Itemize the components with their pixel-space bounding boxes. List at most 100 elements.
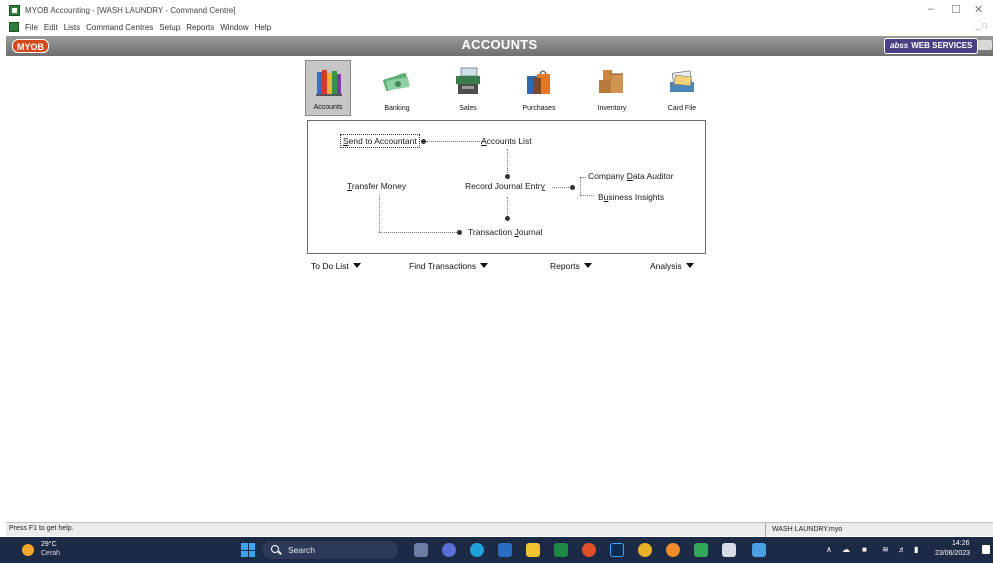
accounts-list-link[interactable]: Accounts List (481, 136, 532, 146)
mdi-document-icon[interactable] (9, 22, 19, 32)
photoshop-icon[interactable] (610, 543, 624, 557)
status-file-name: WASH LAUNDRY.myo (765, 523, 993, 537)
powerpoint-icon[interactable] (582, 543, 596, 557)
business-insights-link[interactable]: Business Insights (598, 192, 664, 202)
notification-icon[interactable] (982, 545, 990, 554)
command-centre-modules: Accounts Banking Sales Purchases Invento… (305, 60, 705, 116)
status-bar: Press F1 to get help. WASH LAUNDRY.myo (6, 522, 993, 537)
menu-reports[interactable]: Reports (186, 23, 214, 32)
module-label: Banking (384, 105, 410, 112)
connector-arrow-dot (570, 185, 575, 190)
accounts-books-icon (316, 70, 342, 96)
purchases-bags-icon (527, 70, 550, 94)
company-data-auditor-link[interactable]: Company Data Auditor (588, 171, 674, 181)
photos-icon[interactable] (752, 543, 766, 557)
windows-taskbar: 29°C Cerah Search ∧ ☁ ■ ≋ ♬ ▮ 14:26 23/0… (0, 537, 993, 563)
tray-overflow-icon[interactable]: ∧ (826, 545, 832, 554)
apps-tray-icon[interactable]: ■ (862, 545, 867, 554)
mdi-window-controls[interactable]: _ □ (975, 21, 987, 30)
weather-temperature[interactable]: 29°C (41, 541, 57, 548)
module-label: Accounts (313, 104, 343, 111)
menu-file[interactable]: File (25, 23, 38, 32)
status-help-text: Press F1 to get help. (9, 525, 74, 532)
menu-edit[interactable]: Edit (44, 23, 58, 32)
find-transactions-dropdown[interactable]: Find Transactions (409, 261, 489, 271)
edge-browser-icon[interactable] (470, 543, 484, 557)
myob-app-icon (9, 4, 20, 16)
menu-command-centres[interactable]: Command Centres (86, 23, 153, 32)
start-button-icon[interactable] (241, 543, 255, 557)
connector-line (426, 141, 486, 142)
to-do-list-dropdown[interactable]: To Do List (311, 261, 361, 271)
connector-line (580, 177, 581, 195)
myob-taskbar-icon[interactable] (694, 543, 708, 557)
module-sales[interactable]: Sales (445, 60, 491, 116)
abss-brand: abss (890, 41, 909, 50)
clock-time[interactable]: 14:26 (952, 540, 970, 547)
send-to-accountant-link[interactable]: Send to Accountant (340, 134, 420, 148)
wifi-icon[interactable]: ≋ (882, 545, 889, 554)
connector-line (379, 232, 459, 233)
transfer-money-link[interactable]: Transfer Money (347, 181, 406, 191)
accounts-flow-panel: Send to Accountant Accounts List Transfe… (307, 120, 706, 254)
task-view-icon[interactable] (414, 543, 428, 557)
module-purchases[interactable]: Purchases (516, 60, 562, 116)
notepad-icon[interactable] (722, 543, 736, 557)
caret-down-icon (352, 263, 361, 268)
menu-help[interactable]: Help (255, 23, 271, 32)
reports-dropdown[interactable]: Reports (550, 261, 592, 271)
chrome-icon[interactable] (638, 543, 652, 557)
command-centre-dropdowns: To Do List Find Transactions Reports Ana… (307, 261, 707, 273)
sales-register-icon (456, 67, 480, 94)
taskbar-search[interactable]: Search (262, 541, 398, 559)
file-explorer-icon[interactable] (526, 543, 540, 557)
connector-line (580, 195, 594, 196)
word-icon[interactable] (498, 543, 512, 557)
module-label: Card File (667, 105, 697, 112)
window-title: MYOB Accounting - [WASH LAUNDRY - Comman… (25, 5, 236, 15)
module-label: Inventory (597, 105, 627, 112)
caret-down-icon (583, 263, 592, 268)
chrome-profile-icon[interactable] (666, 543, 680, 557)
module-label: Sales (459, 105, 477, 112)
weather-description[interactable]: Cerah (41, 550, 60, 557)
connector-line (580, 177, 586, 178)
module-banking[interactable]: Banking (374, 60, 420, 116)
module-label: Purchases (522, 105, 556, 112)
header-help-icon[interactable] (978, 40, 992, 50)
module-card-file[interactable]: Card File (659, 60, 705, 116)
analysis-dropdown[interactable]: Analysis (650, 261, 694, 271)
search-icon (271, 545, 279, 553)
inventory-boxes-icon (599, 70, 623, 93)
connector-line (552, 187, 571, 188)
minimize-button[interactable]: – (928, 3, 934, 15)
excel-icon[interactable] (554, 543, 568, 557)
connector-arrow-dot (505, 216, 510, 221)
menu-setup[interactable]: Setup (159, 23, 180, 32)
battery-icon[interactable]: ▮ (914, 545, 918, 554)
search-placeholder: Search (288, 545, 315, 555)
menu-lists[interactable]: Lists (64, 23, 80, 32)
command-centre-header: MYOB ACCOUNTS abss WEB SERVICES (6, 36, 993, 56)
close-button[interactable]: ✕ (974, 3, 983, 16)
page-title: ACCOUNTS (461, 37, 538, 52)
record-journal-entry-link[interactable]: Record Journal Entry (465, 181, 545, 191)
clock-date[interactable]: 23/06/2023 (935, 550, 970, 557)
onedrive-icon[interactable]: ☁ (842, 545, 850, 554)
teams-chat-icon[interactable] (442, 543, 456, 557)
caret-down-icon (480, 263, 489, 268)
abss-web-services-button[interactable]: abss WEB SERVICES (884, 38, 979, 54)
volume-icon[interactable]: ♬ (898, 545, 906, 554)
transaction-journal-link[interactable]: Transaction Journal (468, 227, 542, 237)
restore-button[interactable]: ☐ (951, 3, 961, 16)
title-bar: MYOB Accounting - [WASH LAUNDRY - Comman… (0, 0, 993, 20)
connector-line (379, 195, 380, 232)
menu-bar: File Edit Lists Command Centres Setup Re… (0, 20, 993, 34)
card-file-icon (670, 70, 694, 92)
menu-window[interactable]: Window (220, 23, 248, 32)
weather-sun-icon[interactable] (22, 544, 34, 556)
connector-arrow-dot (421, 139, 426, 144)
connector-line (507, 197, 508, 217)
module-accounts[interactable]: Accounts (305, 60, 351, 116)
module-inventory[interactable]: Inventory (589, 60, 635, 116)
